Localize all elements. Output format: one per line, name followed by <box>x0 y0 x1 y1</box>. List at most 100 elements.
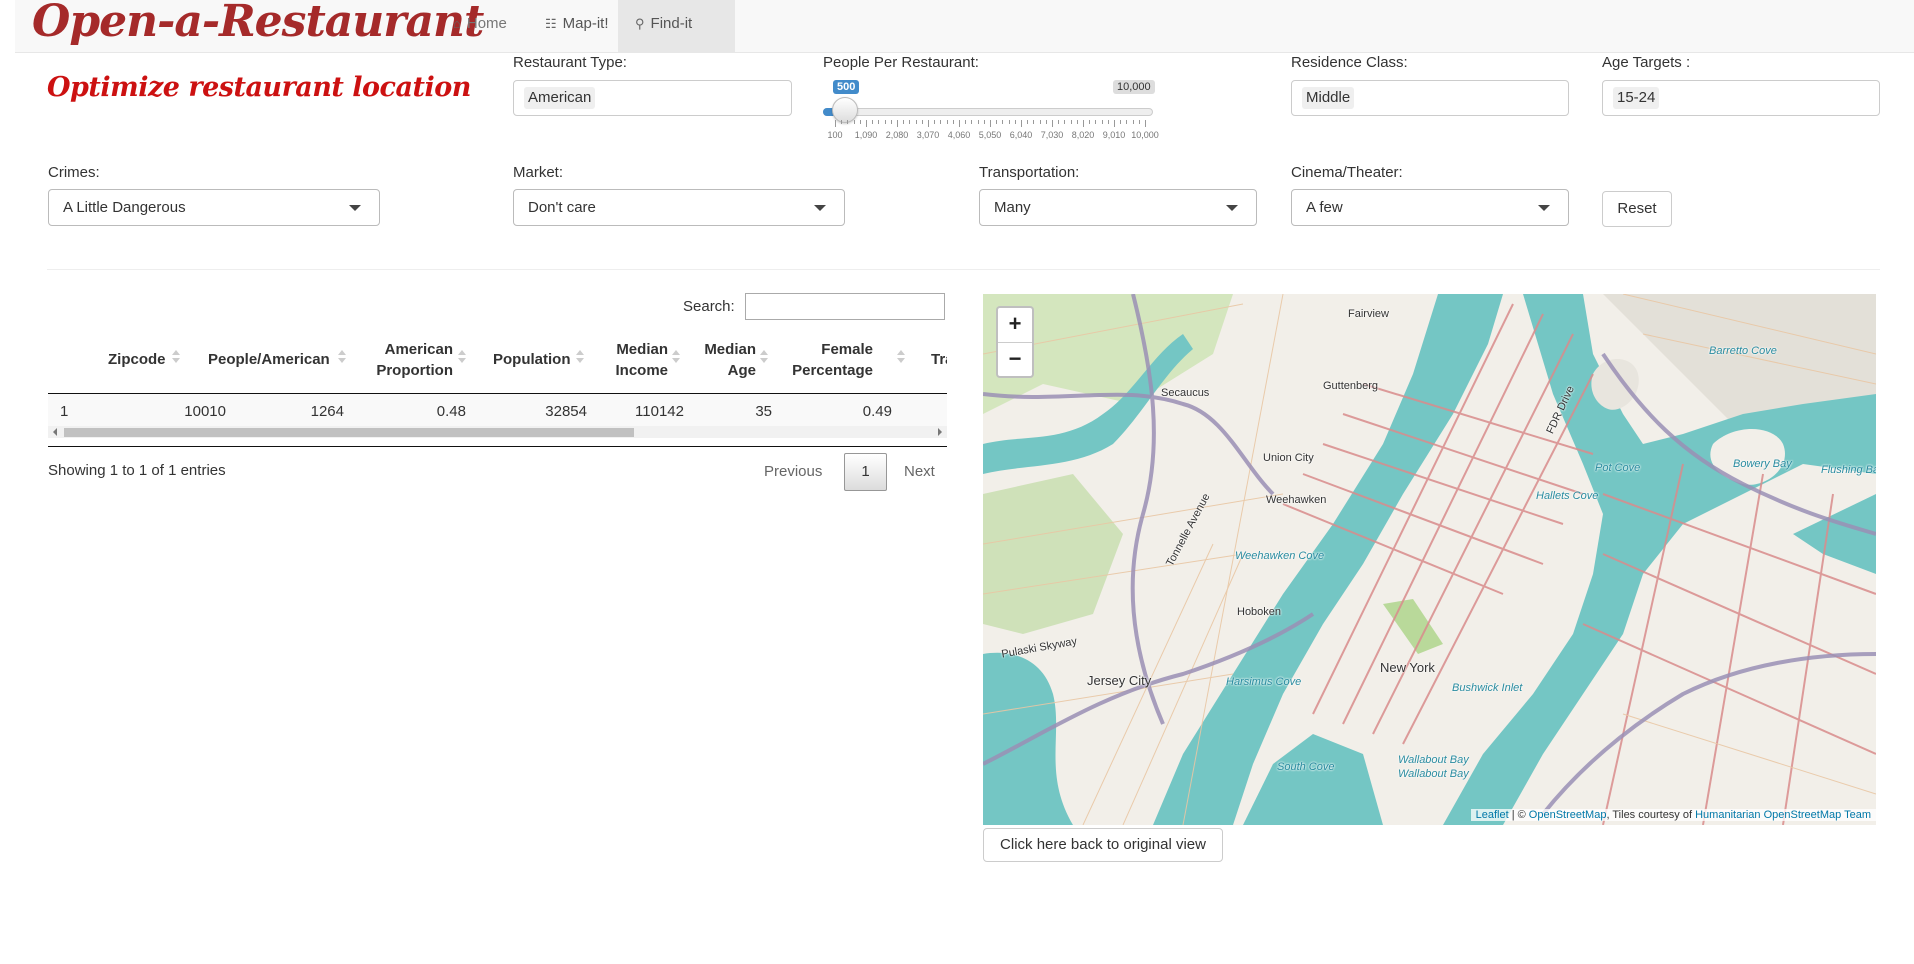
slider-tick-label: 7,030 <box>1040 130 1064 140</box>
slider-max-label: 10,000 <box>1113 80 1155 94</box>
map-label: Hallets Cove <box>1536 490 1599 502</box>
slider-tick <box>946 120 948 124</box>
table-info: Showing 1 to 1 of 1 entries <box>48 462 226 479</box>
map-label: Union City <box>1263 452 1314 464</box>
col-median-income[interactable]: Median Income <box>608 339 668 381</box>
col-transportation[interactable]: Tra <box>931 349 947 370</box>
home-icon: ⌂ <box>453 16 461 31</box>
page-1-button[interactable]: 1 <box>844 453 887 491</box>
cell-proportion: 0.48 <box>436 403 466 420</box>
sort-icon[interactable] <box>338 350 346 364</box>
chevron-down-icon <box>1538 205 1550 211</box>
transportation-value: Many <box>994 199 1031 216</box>
osm-link[interactable]: OpenStreetMap <box>1529 809 1607 821</box>
reset-map-view-button[interactable]: Click here back to original view <box>983 828 1223 862</box>
slider-tick <box>878 120 880 124</box>
market-dropdown[interactable]: Don't care <box>513 189 845 226</box>
col-population[interactable]: Population <box>493 349 571 370</box>
next-page-button[interactable]: Next <box>904 463 935 480</box>
col-american-proportion[interactable]: American Proportion <box>353 339 453 381</box>
cell-people: 1264 <box>310 403 344 420</box>
col-median-age[interactable]: Median Age <box>698 339 756 381</box>
map-label: Barretto Cove <box>1709 345 1777 357</box>
map[interactable]: Fairview Barretto Cove Secaucus Guttenbe… <box>983 294 1876 825</box>
table-bottom-border <box>48 446 947 447</box>
map-label: New York <box>1380 660 1435 675</box>
tab-find-it[interactable]: ⚲ Find-it <box>618 0 735 52</box>
map-label: Bowery Bay <box>1733 458 1792 470</box>
transportation-dropdown[interactable]: Many <box>979 189 1257 226</box>
col-female-percentage[interactable]: Female Percentage <box>783 339 873 381</box>
sort-icon[interactable] <box>172 350 180 364</box>
slider-tick-label: 100 <box>827 130 843 140</box>
leaflet-link[interactable]: Leaflet <box>1476 809 1509 821</box>
residence-class-select[interactable]: Middle <box>1291 80 1569 116</box>
slider-tick <box>996 120 998 124</box>
navbar: Open-a-Restaurant ⌂ Home ☷ Map-it! ⚲ Find-i… <box>15 0 1914 53</box>
slider-tick-label: 10,000 <box>1131 130 1159 140</box>
results-table: Zipcode People/American American Proport… <box>48 333 947 445</box>
slider-tick <box>1107 120 1109 124</box>
slider-tick <box>1052 120 1053 127</box>
map-label: Flushing Bay <box>1821 464 1876 476</box>
scrollbar-thumb[interactable] <box>64 428 634 437</box>
sort-icon[interactable] <box>672 350 680 364</box>
col-zipcode[interactable]: Zipcode <box>108 349 166 370</box>
reset-button[interactable]: Reset <box>1602 191 1672 227</box>
age-targets-chip[interactable]: 15-24 <box>1613 87 1660 109</box>
slider-tick <box>1126 120 1128 124</box>
slider-tick <box>940 120 942 124</box>
slider-tick <box>921 120 923 124</box>
slider-tick-label: 4,060 <box>947 130 971 140</box>
restaurant-type-select[interactable]: American <box>513 80 792 116</box>
table-header: Zipcode People/American American Proport… <box>48 333 947 394</box>
search-input[interactable] <box>745 293 945 320</box>
tab-home[interactable]: ⌂ Home <box>433 0 543 52</box>
slider-tick <box>1014 120 1016 124</box>
slider-tick <box>1101 120 1103 124</box>
slider-value-bubble: 500 <box>833 80 860 94</box>
slider-tick <box>859 120 861 124</box>
age-targets-label: Age Targets : <box>1602 54 1691 71</box>
slider-tick-label: 9,010 <box>1102 130 1126 140</box>
col-people-american[interactable]: People/American <box>208 349 330 370</box>
market-label: Market: <box>513 164 564 181</box>
cinema-theater-label: Cinema/Theater: <box>1291 164 1403 181</box>
chevron-down-icon <box>814 205 826 211</box>
slider-tick <box>866 120 867 127</box>
slider-tick <box>909 120 911 124</box>
cinema-theater-dropdown[interactable]: A few <box>1291 189 1569 226</box>
slider-track[interactable] <box>823 108 1153 116</box>
zoom-in-button[interactable]: + <box>998 308 1032 343</box>
slider-tick <box>1070 120 1072 124</box>
sort-icon[interactable] <box>458 350 466 364</box>
slider-tick <box>1095 120 1097 124</box>
map-label: Pot Cove <box>1595 462 1641 474</box>
residence-class-chip[interactable]: Middle <box>1302 87 1355 109</box>
horizontal-scrollbar[interactable] <box>48 426 947 438</box>
divider <box>47 269 1880 270</box>
hot-link[interactable]: Humanitarian OpenStreetMap Team <box>1695 809 1871 821</box>
zoom-out-button[interactable]: − <box>998 343 1032 377</box>
map-label: South Cove <box>1277 761 1335 773</box>
map-tiles <box>983 294 1876 825</box>
slider-tick <box>1114 120 1115 127</box>
scroll-left-icon[interactable] <box>53 428 57 436</box>
restaurant-type-chip[interactable]: American <box>524 87 596 109</box>
previous-page-button[interactable]: Previous <box>764 463 822 480</box>
scroll-right-icon[interactable] <box>938 428 942 436</box>
age-targets-select[interactable]: 15-24 <box>1602 80 1880 116</box>
map-label: Wallabout Bay <box>1398 754 1469 766</box>
slider-tick <box>872 120 874 124</box>
brand-logo[interactable]: Open-a-Restaurant <box>32 0 484 47</box>
slider-tick <box>1002 120 1004 124</box>
attribution-mid: , Tiles courtesy of <box>1606 809 1696 821</box>
slider-tick <box>884 120 886 124</box>
slider-tick <box>934 120 936 124</box>
sort-icon[interactable] <box>897 350 905 364</box>
sort-icon[interactable] <box>576 350 584 364</box>
slider-tick <box>952 120 954 124</box>
sort-icon[interactable] <box>760 350 768 364</box>
slider-tick <box>1076 120 1078 124</box>
crimes-dropdown[interactable]: A Little Dangerous <box>48 189 380 226</box>
